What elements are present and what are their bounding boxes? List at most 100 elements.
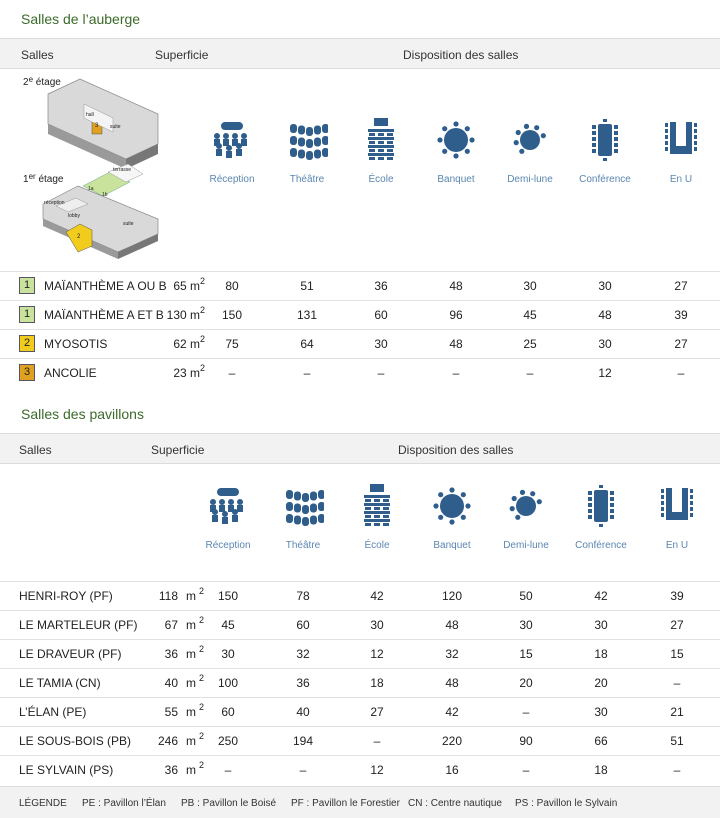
- capacity-demi-lune: 45: [523, 308, 537, 322]
- room-area: 67: [164, 618, 178, 632]
- room-name: L’ÉLAN (PE): [19, 705, 87, 719]
- capacity-reception: 30: [221, 647, 235, 661]
- capacity-ecole: 30: [374, 337, 388, 351]
- capacity-conference: 42: [594, 589, 608, 603]
- room-badge: 2: [19, 335, 35, 352]
- table-row: 1 MAÏANTHÈME A ET B 130 m 2 150 131 60 96 45 48 39: [0, 300, 720, 329]
- room-name: LE DRAVEUR (PF): [19, 647, 122, 661]
- layout-label: En U: [669, 174, 693, 185]
- capacity-conference: 12: [598, 366, 612, 380]
- capacity-en-u: 39: [670, 589, 684, 603]
- layout-label: Demi-lune: [503, 540, 549, 551]
- capacity-theatre: 131: [296, 308, 318, 322]
- en-u-icon: [665, 122, 697, 154]
- ecole-icon: [368, 118, 394, 160]
- capacity-en-u: 21: [670, 705, 684, 719]
- layout-label: École: [368, 174, 394, 185]
- layout-label: École: [364, 540, 390, 551]
- layout-label: Réception: [209, 174, 255, 185]
- capacity-conference: 48: [598, 308, 612, 322]
- room-name: MYOSOTIS: [44, 337, 108, 351]
- room-name: LE MARTELEUR (PF): [19, 618, 138, 632]
- reception-icon: [210, 488, 243, 524]
- capacity-banquet: 48: [445, 676, 459, 690]
- table-row: LE SYLVAIN (PS) 36 m 2– –12 16–18–: [0, 755, 720, 784]
- legend-item: PF : Pavillon le Forestier: [291, 798, 400, 809]
- table-row: L’ÉLAN (PE) 55 m 2 60 40 27 42–30 21: [0, 697, 720, 726]
- capacity-reception: 100: [217, 676, 239, 690]
- room-area: 23 m: [173, 366, 200, 380]
- capacity-conference: 20: [594, 676, 608, 690]
- plan-tag-suite-2: suite: [123, 221, 134, 227]
- area-unit: m: [186, 618, 196, 632]
- layout-en-u: En U: [639, 484, 715, 551]
- auberge-header: Salles Superficie Disposition des salles: [0, 38, 720, 69]
- room-area: 118: [158, 589, 178, 603]
- capacity-reception: 150: [217, 589, 239, 603]
- floor-plan: 2e étage 1er étage hall suite terrasse 1…: [18, 74, 168, 264]
- capacity-banquet: 96: [449, 308, 463, 322]
- capacity-theatre: 51: [300, 279, 314, 293]
- table-row: 2 MYOSOTIS 62 m 2 75 64 30 48 25 30 27: [0, 329, 720, 358]
- layout-ecole: École: [343, 118, 419, 185]
- area-unit: m: [186, 647, 196, 661]
- col-salles: Salles: [19, 443, 52, 457]
- capacity-en-u: 15: [670, 647, 684, 661]
- capacity-ecole: 36: [374, 279, 388, 293]
- capacity-reception: –: [224, 763, 232, 777]
- capacity-conference: 66: [594, 734, 608, 748]
- capacity-en-u: 51: [670, 734, 684, 748]
- legend-bar: LÉGENDE PE : Pavillon l’Élan PB : Pavill…: [0, 786, 720, 818]
- capacity-banquet: 16: [445, 763, 459, 777]
- banquet-icon: [437, 121, 475, 159]
- col-superficie: Superficie: [151, 443, 205, 457]
- layout-banquet: Banquet: [414, 484, 490, 551]
- capacity-demi-lune: 90: [519, 734, 533, 748]
- table-row: LE DRAVEUR (PF) 36 m 2 30 32 12 32 15 18 15: [0, 639, 720, 668]
- layout-en-u: En U: [643, 118, 719, 185]
- room-name: HENRI-ROY (PF): [19, 589, 113, 603]
- building-drawing: [42, 78, 159, 259]
- room-name: LE SOUS-BOIS (PB): [19, 734, 132, 748]
- capacity-conference: 30: [598, 279, 612, 293]
- capacity-demi-lune: 25: [523, 337, 537, 351]
- layout-ecole: École: [339, 484, 415, 551]
- capacity-banquet: 48: [449, 337, 463, 351]
- layout-label: Théâtre: [289, 174, 325, 185]
- capacity-en-u: 27: [674, 279, 688, 293]
- plan-tag-1a: 1a: [88, 186, 94, 192]
- room-name: MAÏANTHÈME A ET B: [44, 308, 164, 322]
- capacity-theatre: 78: [296, 589, 310, 603]
- capacity-banquet: 32: [445, 647, 459, 661]
- layout-label: Théâtre: [285, 540, 321, 551]
- capacity-theatre: 194: [292, 734, 314, 748]
- auberge-title: Salles de l’auberge: [21, 11, 141, 27]
- capacity-reception: 150: [221, 308, 243, 322]
- pavillons-title: Salles des pavillons: [21, 406, 144, 422]
- banquet-icon: [433, 487, 471, 525]
- capacity-conference: 18: [594, 647, 608, 661]
- legend-item: PE : Pavillon l’Élan: [82, 798, 166, 809]
- capacity-demi-lune: 15: [519, 647, 533, 661]
- capacity-reception: –: [228, 366, 236, 380]
- layout-label: Conférence: [575, 540, 627, 551]
- capacity-demi-lune: –: [522, 763, 530, 777]
- layout-demi-lune: Demi-lune: [492, 118, 568, 185]
- capacity-demi-lune: 20: [519, 676, 533, 690]
- capacity-banquet: –: [452, 366, 460, 380]
- area-unit: m: [186, 705, 196, 719]
- pavillons-header: Salles Superficie Disposition des salles: [0, 433, 720, 464]
- capacity-demi-lune: –: [522, 705, 530, 719]
- legend-item: PB : Pavillon le Boisé: [181, 798, 277, 809]
- col-salles: Salles: [21, 48, 54, 62]
- capacity-banquet: 120: [441, 589, 463, 603]
- theatre-icon: [286, 490, 324, 526]
- plan-tag-reception: réception: [44, 200, 65, 206]
- capacity-ecole: –: [373, 734, 381, 748]
- legend-item: PS : Pavillon le Sylvain: [515, 798, 618, 809]
- capacity-ecole: 27: [370, 705, 384, 719]
- area-unit: m: [186, 676, 196, 690]
- col-superficie: Superficie: [155, 48, 209, 62]
- layout-label: Conférence: [579, 174, 631, 185]
- plan-tag-1b: 1b: [102, 192, 108, 198]
